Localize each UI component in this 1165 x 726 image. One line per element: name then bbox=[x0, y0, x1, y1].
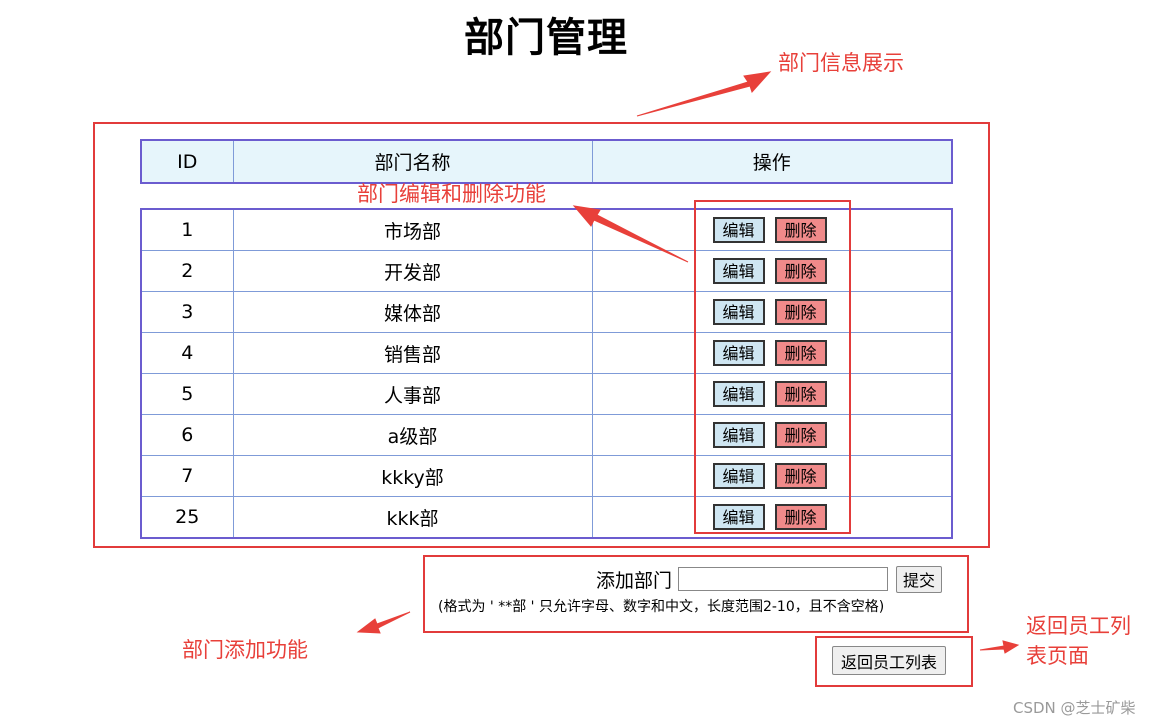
annotation-box-back-button bbox=[815, 636, 973, 687]
annotation-box-add-feature bbox=[423, 555, 969, 633]
watermark: CSDN @芝士矿柴 bbox=[1013, 699, 1136, 717]
annotation-back-page-line1: 返回员工列 bbox=[1026, 614, 1131, 638]
arrow-info-display bbox=[636, 71, 772, 117]
annotation-info-display: 部门信息展示 bbox=[778, 51, 904, 75]
arrow-back-button bbox=[979, 640, 1020, 654]
annotation-back-page-line2: 表页面 bbox=[1026, 644, 1089, 668]
page-title: 部门管理 bbox=[464, 15, 628, 61]
annotation-add-feature: 部门添加功能 bbox=[182, 638, 308, 662]
annotation-edit-delete: 部门编辑和删除功能 bbox=[357, 182, 546, 206]
arrow-add-feature bbox=[356, 611, 411, 634]
annotation-box-edit-delete bbox=[694, 200, 851, 534]
